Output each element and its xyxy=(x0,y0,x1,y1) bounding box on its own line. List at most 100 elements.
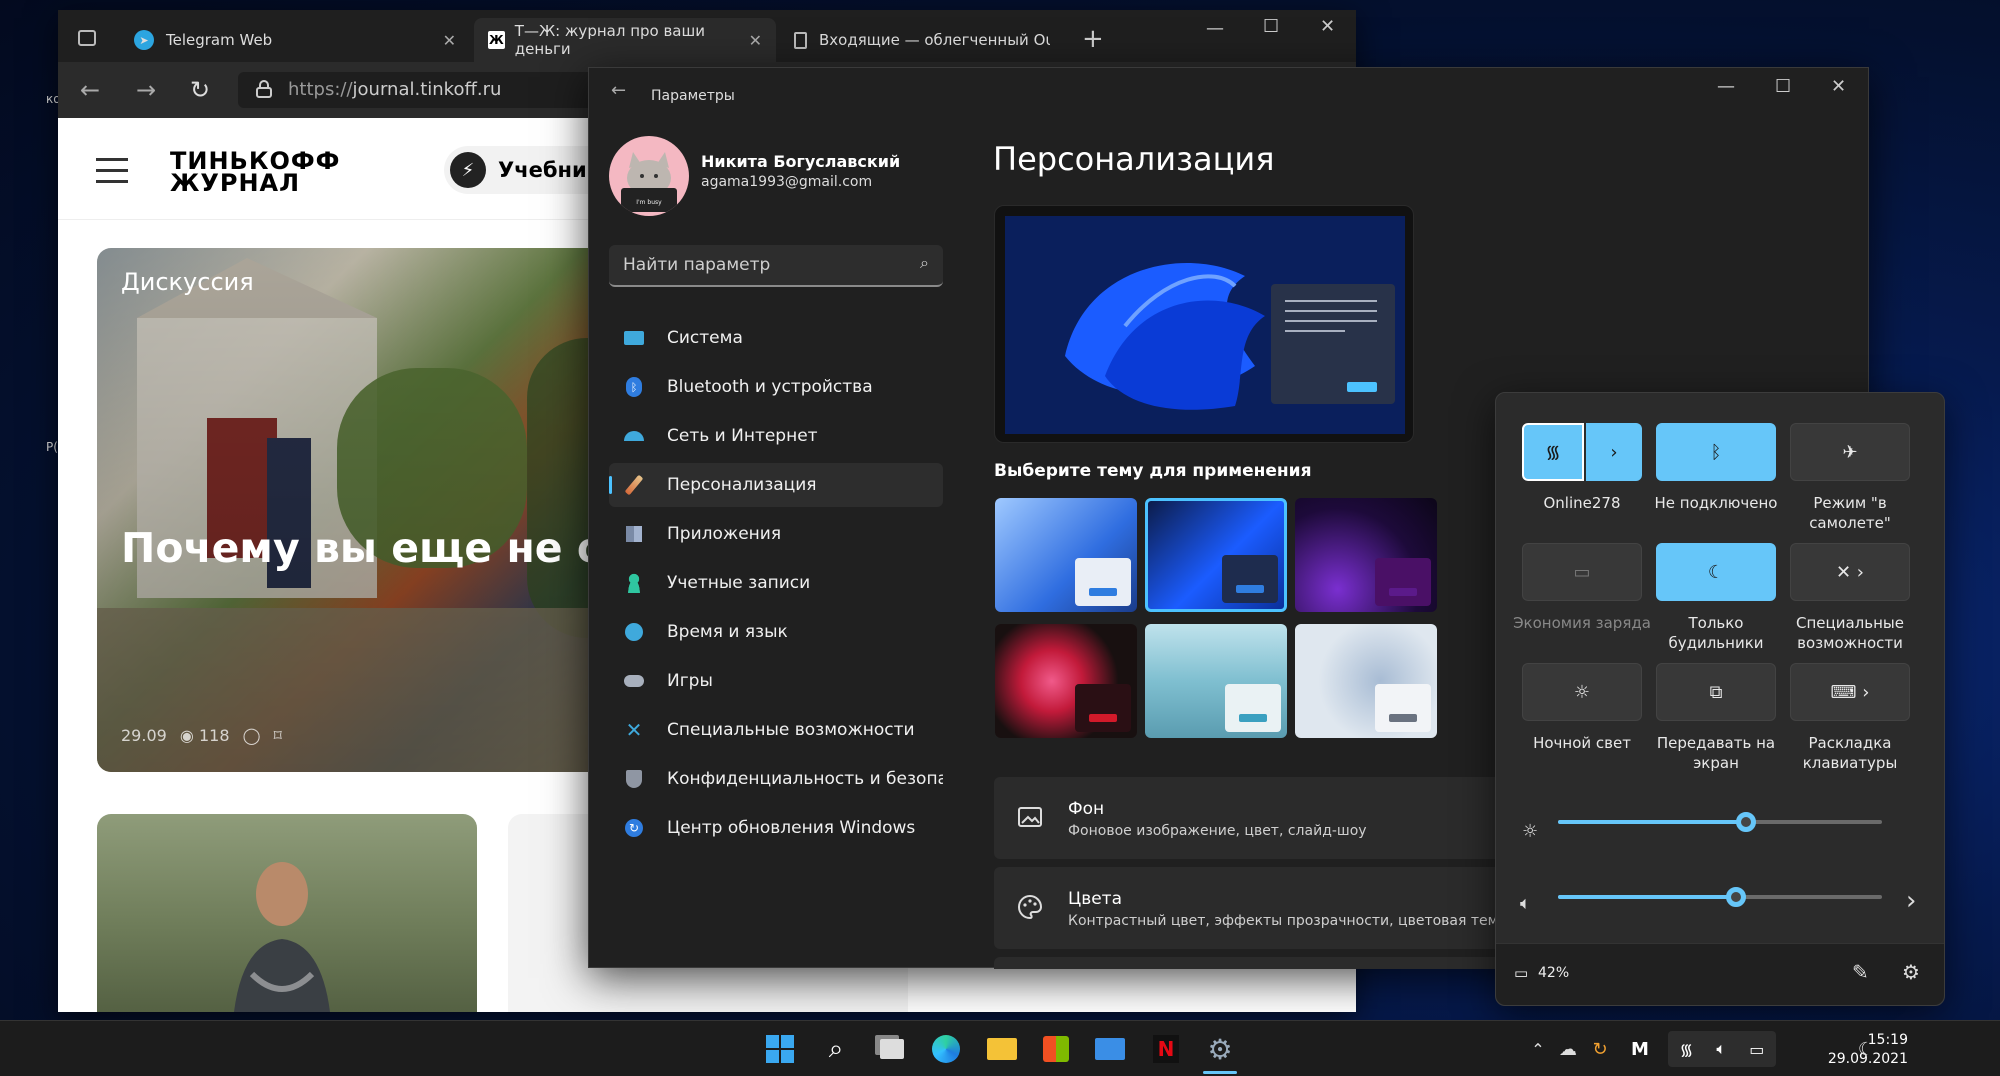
nav-item-bluetooth[interactable]: ᛒ Bluetooth и устройства xyxy=(609,365,943,409)
url-scheme: https:// xyxy=(288,79,353,100)
search-icon[interactable]: ⌕ xyxy=(818,1031,854,1067)
theme-tile[interactable] xyxy=(1145,624,1287,738)
nav-item-personalization[interactable]: Персонализация xyxy=(609,463,943,507)
nav-item-apps[interactable]: Приложения xyxy=(609,512,943,556)
new-tab-icon[interactable]: + xyxy=(1082,24,1104,54)
menu-icon[interactable] xyxy=(96,158,128,183)
nav-item-time-language[interactable]: Время и язык xyxy=(609,610,943,654)
close-tab-icon[interactable]: ✕ xyxy=(749,31,762,50)
focus-moon-icon[interactable]: ☾ xyxy=(1848,1031,1884,1067)
tile-label: Online278 xyxy=(1543,494,1621,512)
article-card[interactable]: Дискуссия Почему вы еще не от 29.09 ◉ 11… xyxy=(97,248,657,772)
back-icon[interactable]: ← xyxy=(80,76,100,104)
card-views: 118 xyxy=(198,726,230,745)
settings-search-input[interactable]: Найти параметр ⌕ xyxy=(609,245,943,287)
nav-item-accessibility[interactable]: ✕ Специальные возможности xyxy=(609,708,943,752)
tab-telegram[interactable]: ➤ Telegram Web ✕ xyxy=(120,18,470,62)
theme-tile-selected[interactable] xyxy=(1145,498,1287,612)
minimize-icon[interactable]: — xyxy=(1206,18,1224,39)
row-subtitle: Контрастный цвет, эффекты прозрачности, … xyxy=(1068,913,1507,929)
theme-tile[interactable] xyxy=(1295,624,1437,738)
app-tray-icon[interactable]: M xyxy=(1622,1031,1658,1067)
theme-preview xyxy=(994,205,1414,443)
battery-icon[interactable]: ▭ xyxy=(1514,964,1528,982)
cast-toggle[interactable]: ⧉ xyxy=(1656,663,1776,721)
sync-icon[interactable]: ↻ xyxy=(1582,1031,1618,1067)
forward-icon[interactable]: → xyxy=(136,76,156,104)
brightness-knob[interactable] xyxy=(1735,812,1756,832)
user-profile[interactable]: I'm busy Никита Богуславский agama1993@g… xyxy=(609,136,909,216)
volume-fill xyxy=(1558,895,1737,899)
edge-icon[interactable] xyxy=(928,1031,964,1067)
colors-setting-row[interactable]: Цвета Контрастный цвет, эффекты прозрачн… xyxy=(994,867,1514,949)
avatar[interactable]: I'm busy xyxy=(609,136,689,216)
mail-icon[interactable] xyxy=(1092,1031,1128,1067)
theme-tile[interactable] xyxy=(1295,498,1437,612)
comment-icon[interactable]: ◯ xyxy=(243,726,261,745)
nav-item-privacy[interactable]: Конфиденциальность и безопас xyxy=(609,757,943,801)
nav-item-gaming[interactable]: Игры xyxy=(609,659,943,703)
back-icon[interactable]: ← xyxy=(611,80,626,101)
close-icon[interactable]: ✕ xyxy=(1320,16,1335,37)
close-icon[interactable]: ✕ xyxy=(1831,76,1846,97)
nav-item-system[interactable]: Система xyxy=(609,316,943,360)
journal-logo[interactable]: ТИНЬКОФФ ЖУРНАЛ xyxy=(170,149,340,195)
close-tab-icon[interactable]: ✕ xyxy=(443,31,456,50)
card-title[interactable]: Почему вы еще не от xyxy=(121,524,629,572)
onedrive-icon[interactable]: ☁ xyxy=(1550,1031,1586,1067)
volume-knob[interactable] xyxy=(1726,887,1747,907)
theme-tile[interactable] xyxy=(995,498,1137,612)
store-icon[interactable] xyxy=(1038,1031,1074,1067)
maximize-icon[interactable]: ☐ xyxy=(1263,16,1279,37)
wifi-expand-button[interactable]: › xyxy=(1586,423,1642,481)
wifi-icon: ᯾ xyxy=(1545,442,1561,463)
bluetooth-toggle[interactable]: ᛒ xyxy=(1656,423,1776,481)
maximize-icon[interactable]: ☐ xyxy=(1775,76,1791,97)
tab-journal[interactable]: Ж Т—Ж: журнал про ваши деньги ✕ xyxy=(474,18,776,62)
tab-outlook[interactable]: Входящие — облегченный Out xyxy=(780,18,1050,62)
palette-icon xyxy=(1018,894,1043,920)
background-setting-row[interactable]: Фон Фоновое изображение, цвет, слайд-шоу xyxy=(994,777,1514,859)
desktop-icon-label[interactable]: Р( xyxy=(46,440,58,454)
bolt-icon: ⚡ xyxy=(450,152,486,188)
minimize-icon[interactable]: — xyxy=(1717,76,1735,97)
airplane-toggle[interactable]: ✈ xyxy=(1790,423,1910,481)
gear-icon[interactable]: ⚙ xyxy=(1902,960,1920,984)
file-explorer-icon[interactable] xyxy=(984,1031,1020,1067)
start-icon[interactable] xyxy=(762,1031,798,1067)
edit-icon[interactable]: ✎ xyxy=(1852,960,1869,984)
next-setting-row[interactable] xyxy=(994,957,1514,969)
wifi-toggle[interactable]: ᯾ xyxy=(1522,423,1584,481)
article-card-photo[interactable] xyxy=(97,814,477,1012)
bookmark-icon[interactable]: ⌑ xyxy=(274,726,282,745)
apps-icon xyxy=(623,524,645,544)
volume-icon: 🔈︎ xyxy=(1716,1039,1727,1058)
brightness-slider[interactable] xyxy=(1558,812,1882,832)
night-light-toggle[interactable]: ☼ xyxy=(1522,663,1642,721)
active-app-indicator xyxy=(1203,1071,1237,1074)
nav-label: Сеть и Интернет xyxy=(667,426,818,446)
moon-icon: ☾ xyxy=(1707,561,1725,583)
theme-tile[interactable] xyxy=(995,624,1137,738)
accessibility-toggle[interactable]: ✕ › xyxy=(1790,543,1910,601)
search-icon[interactable]: ⌕ xyxy=(920,253,929,273)
task-view-icon[interactable] xyxy=(874,1031,910,1067)
keyboard-layout-toggle[interactable]: ⌨ › xyxy=(1790,663,1910,721)
tile-label: Передавать на экран xyxy=(1656,734,1776,772)
focus-assist-toggle[interactable]: ☾ xyxy=(1656,543,1776,601)
tab-actions-icon[interactable] xyxy=(78,30,96,46)
brightness-icon: ☼ xyxy=(1522,821,1539,842)
battery-saver-toggle[interactable]: ▭ xyxy=(1522,543,1642,601)
tab-label: Т—Ж: журнал про ваши деньги xyxy=(514,22,705,58)
system-tray-button[interactable]: ᯾ 🔈︎ ▭ xyxy=(1668,1031,1776,1067)
volume-icon[interactable]: 🔈︎ xyxy=(1520,893,1531,914)
nav-item-accounts[interactable]: Учетные записи xyxy=(609,561,943,605)
netflix-icon[interactable]: N xyxy=(1148,1031,1184,1067)
refresh-icon[interactable]: ↻ xyxy=(190,76,210,104)
nav-item-network[interactable]: Сеть и Интернет xyxy=(609,414,943,458)
nav-item-windows-update[interactable]: ↻ Центр обновления Windows xyxy=(609,806,943,850)
settings-app-icon[interactable]: ⚙ xyxy=(1202,1031,1238,1067)
taskbar: ⌕ N ⚙ ⌃ ☁ ↻ M ᯾ 🔈︎ ▭ 15:19 29.09.2021 ☾ xyxy=(0,1020,2000,1076)
volume-slider[interactable] xyxy=(1558,887,1882,907)
chevron-right-icon[interactable]: › xyxy=(1906,886,1916,916)
